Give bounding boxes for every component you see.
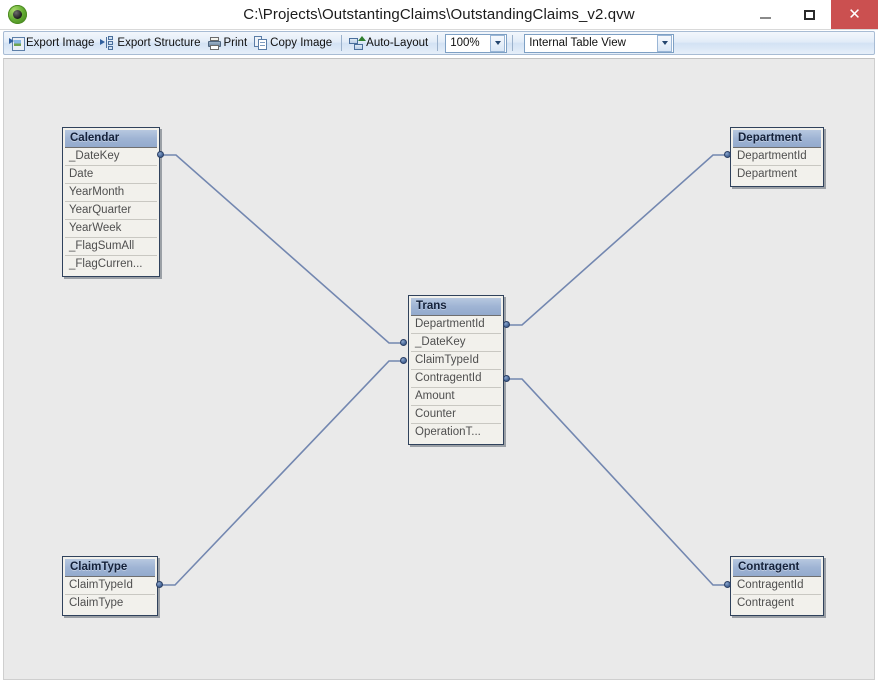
toolbar: Export Image Export Structure Print Copy… (3, 31, 875, 55)
field-row[interactable]: ContragentId (733, 577, 821, 595)
field-list: ClaimTypeId ClaimType (65, 576, 155, 613)
field-row[interactable]: ClaimTypeId (65, 577, 155, 595)
diagram-canvas[interactable]: Calendar _DateKey Date YearMonth YearQuarter… (3, 58, 875, 680)
chevron-down-icon[interactable] (657, 34, 673, 52)
table-box-claimtype[interactable]: ClaimType ClaimTypeId ClaimType (62, 556, 158, 616)
field-row[interactable]: ClaimType (65, 595, 155, 613)
field-row[interactable]: DepartmentId (733, 148, 821, 166)
export-structure-icon (100, 35, 115, 51)
auto-layout-button[interactable]: Auto-Layout (347, 33, 432, 53)
close-icon: ✕ (848, 6, 861, 23)
field-row[interactable]: Date (65, 166, 157, 184)
field-row[interactable]: DepartmentId (411, 316, 501, 334)
relationship-link (160, 360, 404, 586)
field-row[interactable]: YearMonth (65, 184, 157, 202)
field-row[interactable]: _DateKey (411, 334, 501, 352)
table-name-label: Trans (411, 298, 501, 315)
zoom-level-value: 100% (450, 37, 480, 49)
view-mode-value: Internal Table View (529, 37, 626, 49)
contragent-contragentid-connector[interactable] (724, 581, 731, 588)
minimize-button[interactable] (743, 0, 787, 29)
export-structure-label: Export Structure (117, 37, 201, 49)
field-list: ContragentId Contragent (733, 576, 821, 613)
trans-claimtypeid-connector[interactable] (400, 357, 407, 364)
copy-image-label: Copy Image (270, 37, 333, 49)
relationship-link (507, 154, 728, 326)
auto-layout-label: Auto-Layout (366, 37, 429, 49)
table-box-department[interactable]: Department DepartmentId Department (730, 127, 824, 187)
close-button[interactable]: ✕ (831, 0, 878, 29)
field-row[interactable]: _FlagSumAll (65, 238, 157, 256)
field-row[interactable]: Counter (411, 406, 501, 424)
field-row[interactable]: _DateKey (65, 148, 157, 166)
field-row[interactable]: Contragent (733, 595, 821, 613)
zoom-level-select[interactable]: 100% (445, 33, 508, 53)
table-box-contragent[interactable]: Contragent ContragentId Contragent (730, 556, 824, 616)
toolbar-separator-2 (437, 35, 439, 51)
maximize-button[interactable] (787, 0, 831, 29)
field-row[interactable]: ClaimTypeId (411, 352, 501, 370)
copy-image-icon (253, 35, 268, 51)
field-row[interactable]: YearQuarter (65, 202, 157, 220)
maximize-icon (803, 9, 815, 20)
relationship-link (161, 154, 404, 344)
department-departmentid-connector[interactable] (724, 151, 731, 158)
chevron-down-icon[interactable] (490, 34, 506, 52)
trans-departmentid-connector[interactable] (503, 321, 510, 328)
view-mode-select[interactable]: Internal Table View (524, 33, 675, 53)
field-row[interactable]: _FlagCurren... (65, 256, 157, 274)
table-box-calendar[interactable]: Calendar _DateKey Date YearMonth YearQuarter… (62, 127, 160, 277)
table-box-trans[interactable]: Trans DepartmentId _DateKey ClaimTypeId Cont… (408, 295, 504, 445)
table-name-label: Department (733, 130, 821, 147)
relationship-link (507, 378, 728, 586)
table-name-label: Calendar (65, 130, 157, 147)
toolbar-separator-1 (341, 35, 343, 51)
claimtype-claimtypeid-connector[interactable] (156, 581, 163, 588)
trans-datekey-connector[interactable] (400, 339, 407, 346)
print-icon (207, 36, 222, 51)
print-button[interactable]: Print (205, 33, 252, 53)
field-list: DepartmentId Department (733, 147, 821, 184)
minimize-icon (759, 16, 771, 19)
trans-contragentid-connector[interactable] (503, 375, 510, 382)
export-image-button[interactable]: Export Image (7, 33, 98, 53)
title-bar: C:\Projects\OutstantingClaims\Outstandin… (0, 0, 878, 30)
print-label: Print (223, 37, 248, 49)
field-row[interactable]: Department (733, 166, 821, 184)
table-name-label: ClaimType (65, 559, 155, 576)
field-row[interactable]: YearWeek (65, 220, 157, 238)
toolbar-separator-3 (512, 35, 514, 51)
export-image-icon (9, 36, 25, 51)
window-controls: ✕ (743, 0, 878, 29)
field-list: DepartmentId _DateKey ClaimTypeId Contragen… (411, 315, 501, 442)
field-row[interactable]: OperationT... (411, 424, 501, 442)
auto-layout-icon (349, 35, 367, 51)
field-row[interactable]: Amount (411, 388, 501, 406)
table-name-label: Contragent (733, 559, 821, 576)
qlikview-table-viewer-window: C:\Projects\OutstantingClaims\Outstandin… (0, 0, 878, 683)
calendar-datekey-connector[interactable] (157, 151, 164, 158)
export-structure-button[interactable]: Export Structure (98, 33, 204, 53)
copy-image-button[interactable]: Copy Image (251, 33, 336, 53)
field-row[interactable]: ContragentId (411, 370, 501, 388)
field-list: _DateKey Date YearMonth YearQuarter YearWeek… (65, 147, 157, 274)
export-image-label: Export Image (26, 37, 95, 49)
